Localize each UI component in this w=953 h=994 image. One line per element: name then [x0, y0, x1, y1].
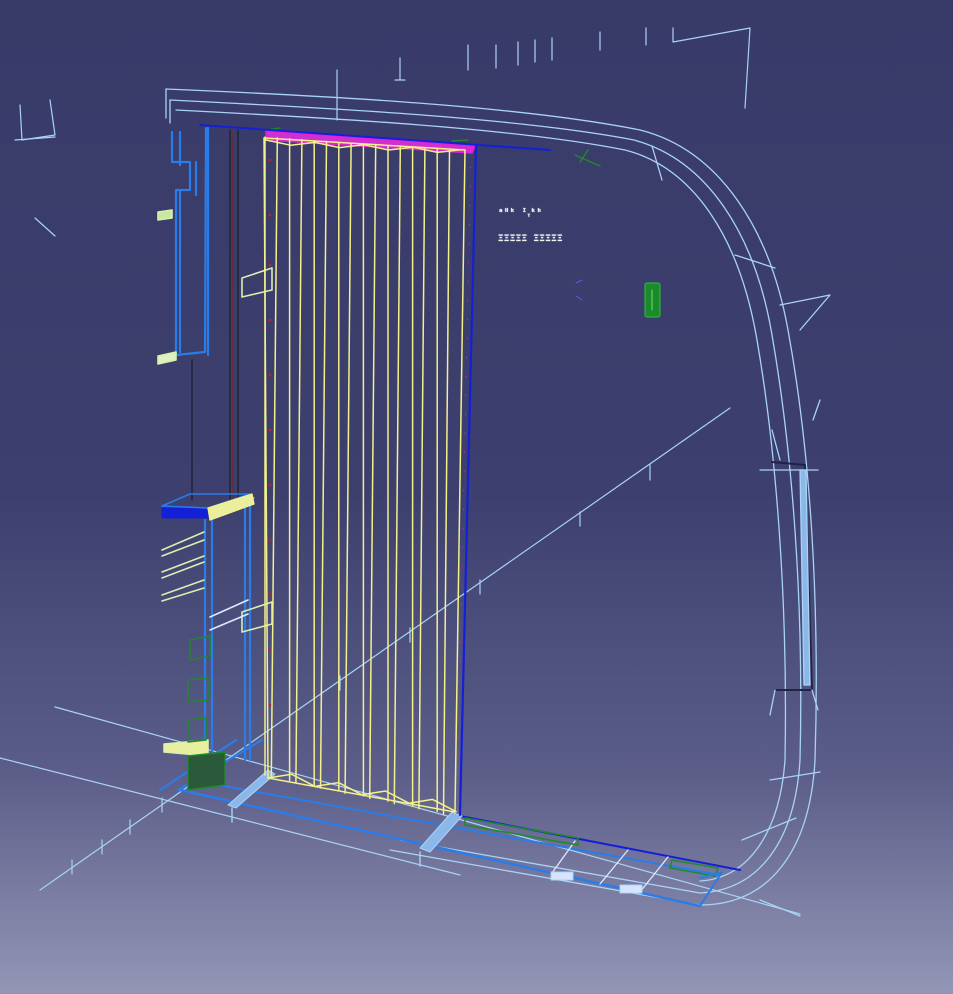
- annotation-label-1: ᵃᴴᵏ ᴵᵧᵏʰ: [498, 208, 543, 218]
- platform: [161, 493, 255, 521]
- corrugation-line: [418, 147, 426, 810]
- green-marker-icon: [644, 282, 661, 318]
- bulkhead-edge: [458, 144, 478, 817]
- corrugation-line: [344, 142, 352, 794]
- corrugation-line: [442, 149, 451, 815]
- side-bulkhead: [158, 126, 264, 792]
- side-bulkhead-thin: [191, 129, 239, 501]
- annotation-label-2: ΞΞΞΞΞ ΞΞΞΞΞ: [498, 234, 564, 244]
- corrugation-line: [295, 138, 303, 784]
- hull-section-model[interactable]: [0, 0, 953, 994]
- corrugation-line: [393, 146, 402, 805]
- corrugation-line: [270, 137, 279, 779]
- corrugation-outline: [263, 137, 466, 813]
- corrugation-line: [368, 144, 377, 800]
- compass-axis-icon: [575, 279, 583, 301]
- deck-stubs: [14, 27, 751, 237]
- 3d-viewport[interactable]: ᵃᴴᵏ ᴵᵧᵏʰ ΞΞΞΞΞ ΞΞΞΞΞ: [0, 0, 953, 994]
